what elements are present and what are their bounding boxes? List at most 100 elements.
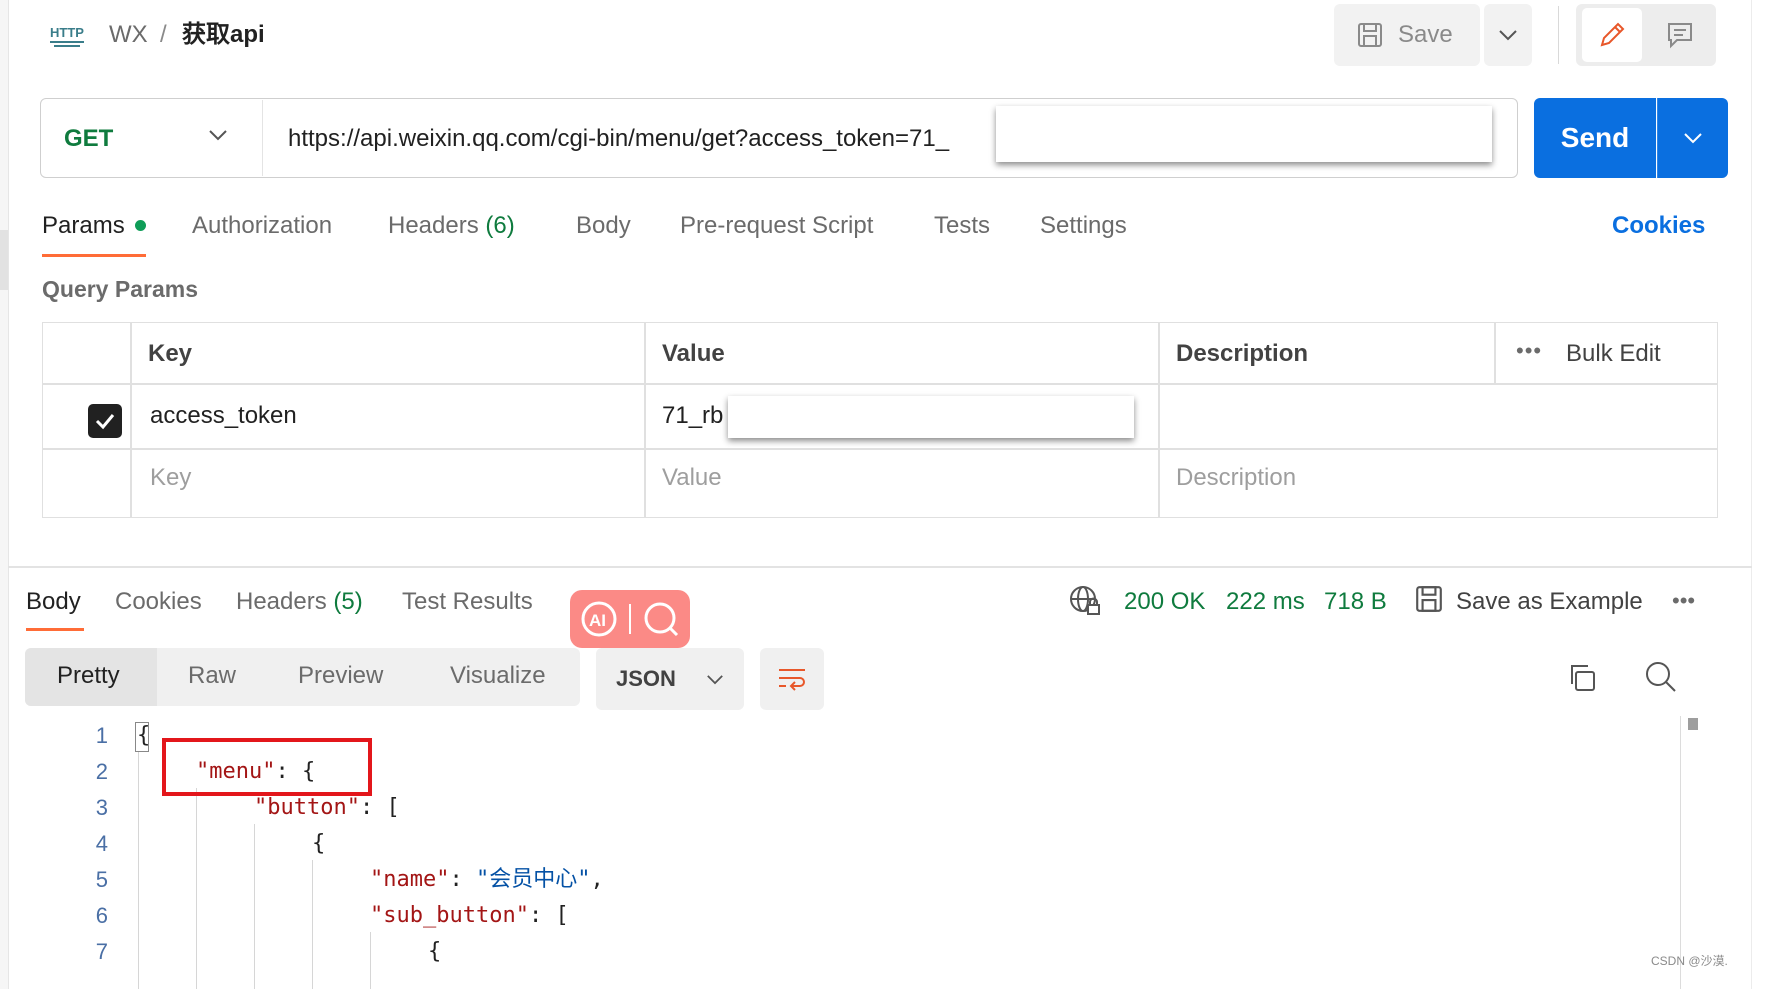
tab-tests[interactable]: Tests (934, 210, 990, 242)
line-number: 3 (95, 795, 108, 820)
save-label: Save (1398, 21, 1453, 48)
param-key-field[interactable]: access_token (150, 400, 297, 432)
table-divider (42, 448, 1718, 450)
annotation-highlight-box (162, 738, 372, 796)
response-size[interactable]: 718 B (1324, 586, 1387, 618)
tab-pre-request-script[interactable]: Pre-request Script (680, 210, 873, 242)
view-visualize-button[interactable]: Visualize (450, 660, 546, 692)
view-raw-button[interactable]: Raw (188, 660, 236, 692)
save-as-example-button[interactable]: Save as Example (1456, 586, 1643, 618)
table-divider (644, 322, 646, 518)
request-response-divider[interactable] (8, 566, 1752, 568)
new-value-field[interactable]: Value (662, 462, 722, 494)
response-tab-headers-label: Headers (236, 588, 327, 615)
network-globe-icon[interactable] (1068, 584, 1102, 623)
tab-headers-label: Headers (388, 212, 479, 239)
right-panel-edge (1751, 0, 1770, 989)
json-punctuation: : (449, 867, 476, 892)
tab-settings[interactable]: Settings (1040, 210, 1127, 242)
tab-params[interactable]: Params (42, 210, 125, 242)
column-header-description: Description (1176, 340, 1309, 367)
more-options-icon[interactable]: ••• (1516, 338, 1542, 364)
chevron-down-icon[interactable] (208, 128, 228, 146)
method-select[interactable]: GET (64, 124, 113, 154)
code-line-7: { (428, 939, 442, 964)
bulk-edit-link[interactable]: Bulk Edit (1566, 338, 1661, 370)
line-number: 1 (95, 723, 108, 748)
edit-mode-button[interactable] (1582, 8, 1642, 62)
send-dropdown-button[interactable] (1657, 98, 1728, 178)
response-tab-body[interactable]: Body (26, 586, 81, 618)
indent-guide (370, 932, 371, 989)
tab-authorization[interactable]: Authorization (192, 210, 332, 242)
status-code[interactable]: 200 OK (1124, 586, 1205, 618)
watermark: CSDN @沙漠. (1651, 954, 1728, 968)
pencil-icon (1600, 22, 1625, 47)
tab-headers[interactable]: Headers (6) (388, 210, 515, 242)
save-button[interactable]: Save (1334, 4, 1480, 66)
chevron-down-icon (1499, 30, 1517, 41)
comments-button[interactable] (1650, 8, 1710, 62)
left-panel-edge (0, 0, 9, 989)
url-input[interactable]: https://api.weixin.qq.com/cgi-bin/menu/g… (288, 124, 949, 154)
param-enabled-checkbox[interactable] (88, 404, 122, 438)
code-line-6: "sub_button": [ (370, 898, 569, 934)
url-divider (262, 100, 263, 176)
search-icon (644, 602, 679, 637)
line-number: 6 (95, 903, 108, 928)
param-value-field[interactable]: 71_rb (662, 400, 723, 432)
new-description-field[interactable]: Description (1176, 462, 1296, 494)
code-line-5: "name": "会员中心", (370, 862, 604, 898)
table-divider (42, 383, 1718, 385)
redaction-overlay (996, 106, 1492, 162)
tab-body[interactable]: Body (576, 210, 631, 242)
scrollbar-thumb[interactable] (1688, 718, 1698, 730)
new-key-field[interactable]: Key (150, 462, 191, 494)
send-button[interactable]: Send (1534, 98, 1656, 178)
tab-active-indicator (42, 254, 146, 257)
view-pretty-button[interactable]: Pretty (57, 660, 120, 692)
line-number: 2 (95, 759, 108, 784)
cookies-link[interactable]: Cookies (1612, 210, 1705, 242)
comment-icon (1668, 23, 1692, 49)
response-tab-headers[interactable]: Headers (5) (236, 586, 363, 618)
response-tab-cookies[interactable]: Cookies (115, 586, 202, 618)
chevron-down-icon (707, 674, 723, 684)
table-divider (1494, 322, 1496, 384)
scrollbar-track[interactable] (1680, 716, 1681, 989)
column-header-value: Value (662, 340, 725, 367)
http-icon: HTTP (50, 20, 84, 50)
json-key-sub-button: "sub_button" (370, 903, 529, 928)
redaction-overlay (728, 396, 1134, 438)
ai-divider (629, 604, 631, 634)
table-divider (130, 322, 132, 518)
response-tab-headers-count: (5) (333, 588, 363, 615)
response-tab-test-results[interactable]: Test Results (402, 586, 533, 618)
wrap-lines-button[interactable] (760, 648, 824, 710)
save-icon (1414, 584, 1444, 619)
breadcrumb-separator: / (160, 21, 167, 48)
response-time[interactable]: 222 ms (1226, 586, 1305, 618)
tab-headers-count: (6) (485, 212, 515, 239)
wrap-lines-icon (779, 669, 805, 691)
line-number: 4 (95, 831, 108, 856)
json-punctuation: : [ (359, 795, 400, 820)
json-key-name: "name" (370, 867, 450, 892)
checkmark-icon (95, 414, 115, 430)
more-options-icon[interactable]: ••• (1672, 588, 1695, 614)
view-preview-button[interactable]: Preview (298, 660, 383, 692)
format-select[interactable]: JSON (596, 648, 744, 710)
response-tab-indicator (26, 628, 84, 631)
ai-search-floating-button[interactable]: AI (570, 590, 690, 648)
json-punctuation: : [ (528, 903, 569, 928)
search-icon[interactable] (1644, 660, 1678, 699)
line-number: 5 (95, 867, 108, 892)
copy-icon[interactable] (1566, 662, 1598, 699)
left-panel-handle[interactable] (0, 230, 8, 290)
request-title[interactable]: 获取api (182, 18, 265, 52)
breadcrumb-workspace[interactable]: WX (109, 18, 148, 52)
header-divider (1558, 6, 1559, 64)
params-active-dot (135, 220, 146, 231)
code-line-1: { (137, 723, 151, 748)
save-dropdown-button[interactable] (1484, 4, 1532, 66)
